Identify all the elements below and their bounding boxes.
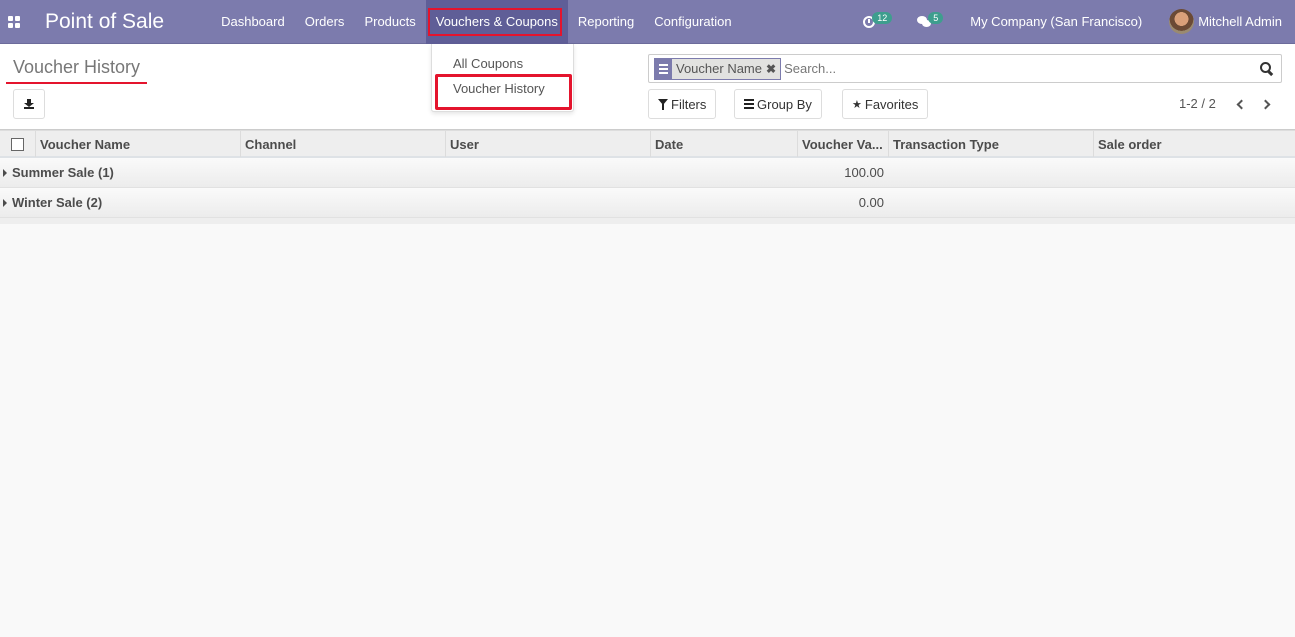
menu-item-vouchers-coupons[interactable]: Vouchers & Coupons — [425, 0, 568, 44]
title-highlight-underline — [6, 82, 147, 84]
chevron-left-icon — [1236, 99, 1247, 109]
group-row-winter-sale[interactable]: Winter Sale (2) 0.00 — [0, 188, 1295, 218]
favorites-label: Favorites — [864, 96, 919, 112]
menu-item-products[interactable]: Products — [354, 0, 425, 44]
facet-label: Voucher Name — [676, 61, 762, 76]
search-icon[interactable] — [1260, 61, 1274, 76]
table-footer — [0, 218, 1295, 224]
dropdown-item-all-coupons[interactable]: All Coupons — [453, 56, 523, 71]
menu-item-reporting[interactable]: Reporting — [568, 0, 644, 44]
filter-icon — [658, 99, 668, 110]
menu-item-dashboard[interactable]: Dashboard — [211, 0, 295, 44]
remove-facet-icon[interactable]: ✖ — [766, 59, 780, 79]
pager-next-button[interactable] — [1259, 94, 1275, 114]
group-row-summer-sale[interactable]: Summer Sale (1) 100.00 — [0, 158, 1295, 188]
company-switcher[interactable]: My Company (San Francisco) — [970, 14, 1142, 29]
column-header-channel[interactable]: Channel — [240, 131, 445, 157]
group-name: Winter Sale (2) — [12, 195, 103, 210]
search-facet: Voucher Name ✖ — [654, 57, 782, 80]
messages-button[interactable]: 5 — [917, 11, 946, 28]
column-header-voucher-value[interactable]: Voucher Va... — [797, 131, 888, 157]
caret-right-icon — [3, 168, 7, 177]
table-header: Voucher Name Channel User Date Voucher V… — [0, 130, 1295, 158]
column-header-user[interactable]: User — [445, 131, 650, 157]
select-all-checkbox[interactable] — [11, 137, 24, 151]
app-title: Point of Sale — [45, 9, 165, 33]
column-header-sale-order[interactable]: Sale order — [1093, 131, 1295, 157]
group-by-icon — [655, 58, 672, 79]
user-avatar[interactable] — [1169, 9, 1195, 34]
search-bar: Voucher Name ✖ — [648, 54, 1282, 83]
message-count-badge: 5 — [928, 11, 944, 24]
bars-icon — [744, 99, 754, 109]
filters-label: Filters — [671, 96, 707, 112]
group-voucher-value: 100.00 — [844, 165, 884, 180]
chevron-right-icon — [1260, 99, 1271, 109]
select-all-cell — [0, 131, 35, 157]
control-panel: Voucher History Voucher Name ✖ Filters G… — [0, 44, 1295, 130]
vouchers-coupons-dropdown: All Coupons Voucher History — [431, 44, 574, 112]
favorites-button[interactable]: ★ Favorites — [842, 89, 929, 119]
main-menu: Dashboard Orders Products Vouchers & Cou… — [211, 0, 742, 44]
activities-button[interactable]: 12 — [863, 11, 895, 28]
caret-right-icon — [3, 198, 7, 207]
group-by-button[interactable]: Group By — [734, 89, 822, 119]
page-title: Voucher History — [13, 57, 141, 77]
column-header-date[interactable]: Date — [650, 131, 797, 157]
list-view-table: Voucher Name Channel User Date Voucher V… — [0, 130, 1295, 224]
top-navbar: Point of Sale Dashboard Orders Products … — [0, 0, 1295, 44]
group-voucher-value: 0.00 — [858, 195, 884, 210]
star-icon: ★ — [852, 98, 862, 111]
systray: 12 5 My Company (San Francisco) Mitchell… — [841, 0, 1295, 44]
activity-count-badge: 12 — [872, 11, 893, 24]
column-header-voucher-name[interactable]: Voucher Name — [35, 131, 240, 157]
export-button[interactable] — [13, 89, 45, 119]
download-icon — [24, 99, 34, 109]
group-name: Summer Sale (1) — [12, 165, 114, 180]
menu-item-orders[interactable]: Orders — [295, 0, 355, 44]
apps-menu-icon[interactable] — [8, 15, 20, 28]
column-header-transaction-type[interactable]: Transaction Type — [888, 131, 1093, 157]
pager-previous-button[interactable] — [1232, 94, 1248, 114]
highlight-box — [435, 74, 572, 110]
menu-item-configuration[interactable]: Configuration — [644, 0, 741, 44]
filters-button[interactable]: Filters — [648, 89, 717, 119]
pager-value[interactable]: 1-2 / 2 — [1179, 96, 1216, 111]
group-by-label: Group By — [757, 96, 812, 112]
highlight-box — [427, 7, 562, 36]
search-input[interactable] — [784, 57, 1260, 80]
user-menu[interactable]: Mitchell Admin — [1198, 14, 1282, 29]
